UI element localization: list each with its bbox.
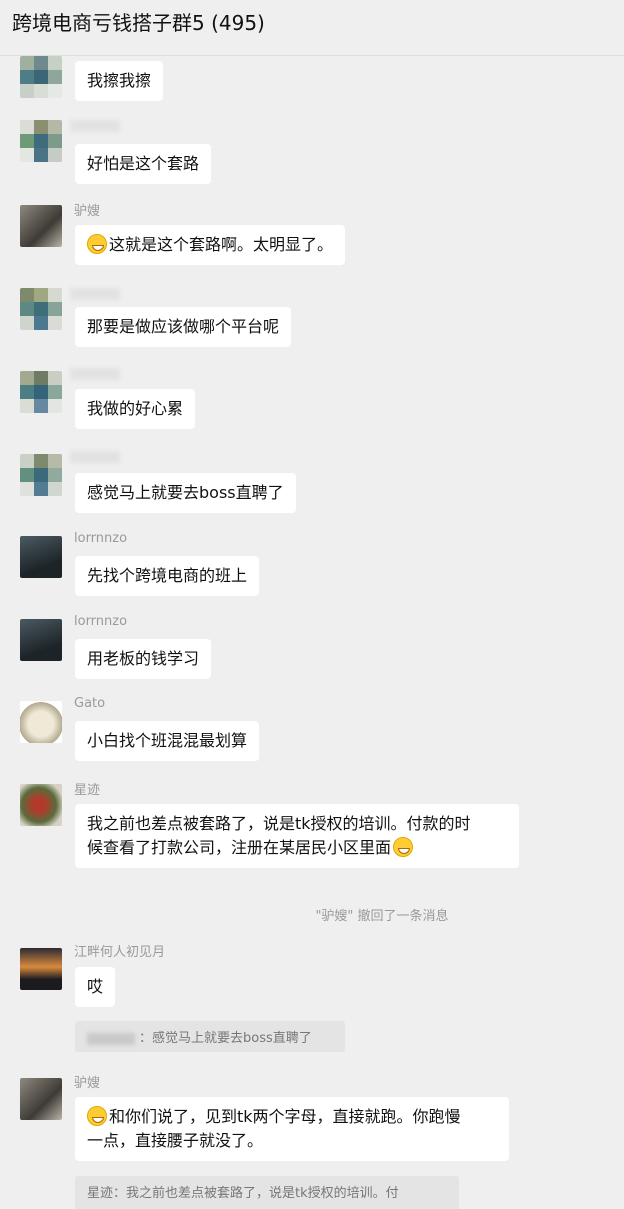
chat-header: 跨境电商亏钱搭子群5 (495) bbox=[0, 0, 624, 56]
sender-name: Gato bbox=[74, 696, 106, 711]
message-bubble[interactable]: 小白找个班混混最划算 bbox=[75, 721, 260, 761]
message-text: 我擦我擦 bbox=[87, 71, 152, 90]
grinning-sweat-emoji bbox=[87, 1106, 107, 1126]
group-title[interactable]: 跨境电商亏钱搭子群5 (495) bbox=[12, 7, 265, 36]
sender-name: lorrnnzo bbox=[74, 614, 128, 629]
quoted-message[interactable]: ：感觉马上就要去boss直聘了 bbox=[75, 1021, 345, 1052]
avatar[interactable] bbox=[20, 205, 62, 247]
grinning-emoji bbox=[393, 837, 414, 857]
message-bubble[interactable]: 好怕是这个套路 bbox=[75, 144, 212, 184]
message-bubble[interactable]: 感觉马上就要去boss直聘了 bbox=[75, 473, 296, 513]
message-text: 先找个跨境电商的班上 bbox=[87, 566, 248, 585]
avatar[interactable] bbox=[20, 288, 62, 330]
message-text-line: 候查看了打款公司，注册在某居民小区里面 bbox=[87, 838, 392, 857]
message-bubble[interactable]: 我做的好心累 bbox=[75, 389, 196, 429]
avatar[interactable] bbox=[20, 56, 62, 98]
avatar[interactable] bbox=[20, 120, 62, 162]
message-bubble[interactable]: 这就是这个套路啊。太明显了。 bbox=[75, 225, 346, 265]
message-bubble[interactable]: 和你们说了，见到tk两个字母，直接就跑。你跑慢 一点，直接腰子就没了。 bbox=[75, 1097, 509, 1161]
message-text: 小白找个班混混最划算 bbox=[87, 731, 248, 750]
sender-name: lorrnnzo bbox=[74, 531, 128, 546]
avatar[interactable] bbox=[20, 536, 62, 578]
message-list[interactable]: 我擦我擦 好怕是这个套路 驴嫂 这就是这个套路啊。太明显了。 那要是做应该做哪个… bbox=[0, 56, 624, 1209]
message-bubble[interactable]: 哎 bbox=[75, 967, 116, 1007]
redacted-name bbox=[87, 1032, 135, 1045]
avatar[interactable] bbox=[20, 371, 62, 413]
message-bubble[interactable]: 先找个跨境电商的班上 bbox=[75, 556, 260, 596]
avatar[interactable] bbox=[20, 784, 62, 826]
sender-name: 驴嫂 bbox=[74, 204, 101, 219]
message-bubble[interactable]: 用老板的钱学习 bbox=[75, 639, 212, 679]
message-text: 我做的好心累 bbox=[87, 399, 184, 418]
message-text: 好怕是这个套路 bbox=[87, 154, 200, 173]
recall-notice: "驴嫂" 撤回了一条消息 bbox=[315, 909, 449, 924]
sender-name: 星迹 bbox=[74, 783, 101, 798]
avatar[interactable] bbox=[20, 619, 62, 661]
avatar[interactable] bbox=[20, 948, 62, 990]
redacted-name bbox=[70, 120, 120, 132]
avatar[interactable] bbox=[20, 454, 62, 496]
message-text-line: 一点，直接腰子就没了。 bbox=[87, 1131, 264, 1150]
redacted-name bbox=[70, 368, 120, 380]
message-bubble[interactable]: 我擦我擦 bbox=[75, 61, 164, 101]
redacted-name bbox=[70, 451, 120, 463]
message-text: 那要是做应该做哪个平台呢 bbox=[87, 317, 280, 336]
avatar[interactable] bbox=[20, 701, 62, 743]
message-text: 感觉马上就要去boss直聘了 bbox=[87, 483, 284, 502]
grinning-sweat-emoji bbox=[87, 234, 107, 254]
quote-text: ：感觉马上就要去boss直聘了 bbox=[139, 1031, 312, 1046]
message-text: 哎 bbox=[87, 977, 104, 996]
message-text: 用老板的钱学习 bbox=[87, 649, 200, 668]
quote-text: 星迹：我之前也差点被套路了，说是tk授权的培训。付 bbox=[87, 1186, 399, 1201]
avatar[interactable] bbox=[20, 1078, 62, 1120]
message-text: 这就是这个套路啊。太明显了。 bbox=[109, 235, 334, 254]
message-bubble[interactable]: 我之前也差点被套路了，说是tk授权的培训。付款的时 候查看了打款公司，注册在某居… bbox=[75, 804, 519, 868]
message-bubble[interactable]: 那要是做应该做哪个平台呢 bbox=[75, 307, 292, 347]
message-text-line: 我之前也差点被套路了，说是tk授权的培训。付款的时 bbox=[87, 814, 471, 833]
redacted-name bbox=[70, 288, 120, 300]
sender-name: 驴嫂 bbox=[74, 1076, 101, 1091]
quoted-message[interactable]: 星迹：我之前也差点被套路了，说是tk授权的培训。付 bbox=[75, 1176, 459, 1209]
message-text-line: 和你们说了，见到tk两个字母，直接就跑。你跑慢 bbox=[109, 1107, 461, 1126]
sender-name: 江畔何人初见月 bbox=[74, 945, 166, 960]
